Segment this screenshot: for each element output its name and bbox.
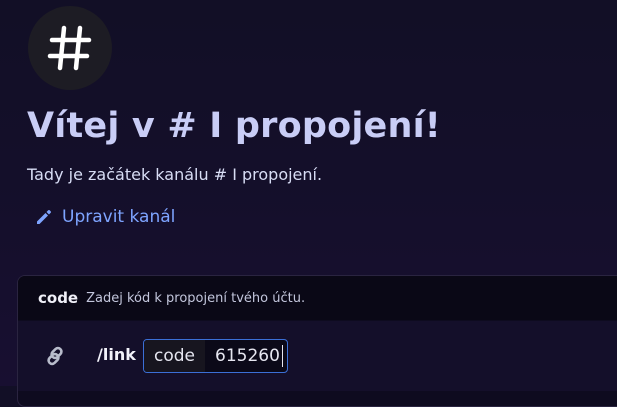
pencil-icon [37,210,51,224]
option-value[interactable]: 615260 [205,340,280,372]
channel-description: Tady je začátek kanálu # I propojení. [27,165,323,184]
edit-channel-link[interactable]: Upravit kanál [35,207,175,227]
link-icon [47,346,63,366]
command-option-name: code [38,289,79,307]
command-hint: code Zadej kód k propojení tvého účtu. [18,276,617,320]
command-input-row[interactable]: /link code 615260 [18,321,617,391]
option-label: code [144,340,205,372]
command-option-description: Zadej kód k propojení tvého účtu. [86,290,306,306]
command-panel: code Zadej kód k propojení tvého účtu. /… [17,275,617,407]
hash-icon [47,25,92,71]
page-title: Vítej v # I propojení! [27,106,441,146]
slash-command-name: /link [97,345,136,364]
channel-avatar [28,6,112,90]
text-caret [281,345,283,367]
edit-channel-label[interactable]: Upravit kanál [62,207,175,227]
command-option-input[interactable]: code 615260 [143,339,288,373]
